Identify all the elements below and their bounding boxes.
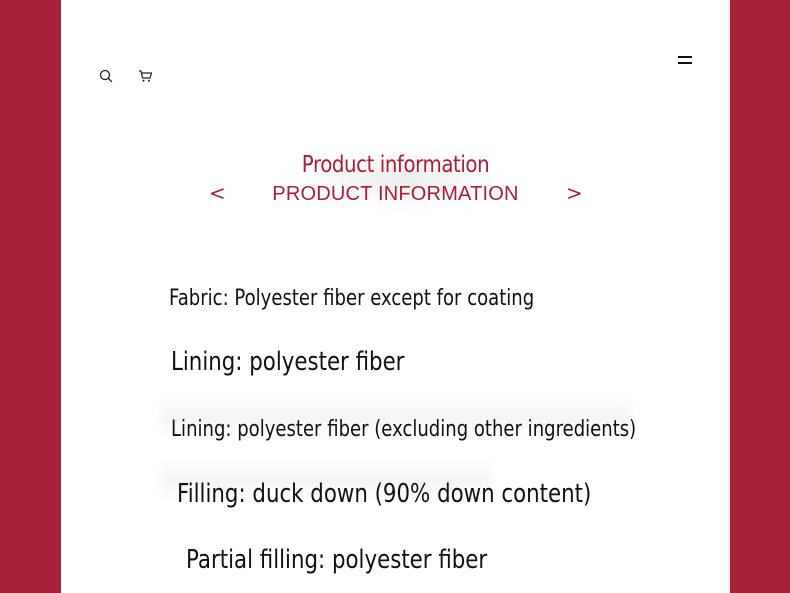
info-line-lining-detail: Lining: polyester fiber (excluding other… [171, 417, 637, 442]
cart-icon [138, 70, 152, 82]
section-subtitle: PRODUCT INFORMATION [272, 183, 519, 205]
next-arrow-button[interactable]: > [566, 181, 583, 205]
info-line-fabric: Fabric: Polyester fiber except for coati… [169, 286, 535, 311]
info-line-filling: Filling: duck down (90% down content) [177, 479, 592, 509]
section-title: Product information [301, 152, 490, 178]
info-line-partial-filling: Partial filling: polyester fiber [186, 545, 488, 575]
cart-button[interactable] [137, 68, 153, 84]
info-line-lining: Lining: polyester fiber [171, 347, 405, 377]
section-title-block: Product information < PRODUCT INFORMATIO… [61, 148, 730, 218]
search-icon [99, 69, 113, 83]
menu-button[interactable] [677, 52, 693, 68]
page-content: Product information < PRODUCT INFORMATIO… [61, 0, 730, 593]
search-button[interactable] [98, 68, 114, 84]
hamburger-menu-icon [677, 52, 693, 68]
